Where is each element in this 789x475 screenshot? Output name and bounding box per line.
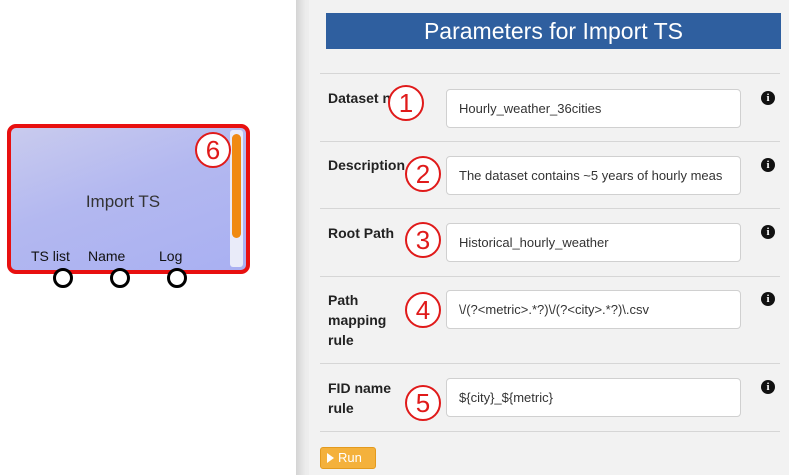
callout-badge-5: 5: [405, 385, 441, 421]
divider: [320, 208, 780, 209]
callout-badge-3: 3: [405, 222, 441, 258]
info-circle-icon[interactable]: i: [761, 91, 775, 105]
run-button-label: Run: [338, 450, 362, 465]
info-circle-icon[interactable]: i: [761, 380, 775, 394]
port-label-name: Name: [88, 248, 126, 264]
panel-title: Parameters for Import TS: [326, 13, 781, 49]
info-circle-icon[interactable]: i: [761, 225, 775, 239]
path-mapping-rule-input[interactable]: [446, 290, 741, 329]
divider: [320, 431, 780, 432]
dataset-name-input[interactable]: [446, 89, 741, 128]
field-label-description: Description: [328, 157, 406, 173]
field-label-path-mapping-rule: Path mapping rule: [328, 292, 387, 348]
parameters-panel: Parameters for Import TS Dataset name i …: [309, 0, 789, 475]
node-title: Import TS: [85, 192, 161, 211]
fid-name-rule-input[interactable]: [446, 378, 741, 417]
port-log[interactable]: [167, 268, 187, 288]
port-name[interactable]: [110, 268, 130, 288]
field-label-root-path: Root Path: [328, 225, 395, 241]
node-scrollbar[interactable]: [232, 134, 241, 238]
play-icon: [327, 453, 334, 463]
description-input[interactable]: [446, 156, 741, 195]
divider: [320, 141, 780, 142]
info-circle-icon[interactable]: i: [761, 292, 775, 306]
divider: [320, 276, 780, 277]
port-ts-list[interactable]: [53, 268, 73, 288]
workspace: Import TS TS list Name Log 6 Parameters …: [0, 0, 789, 475]
port-label-ts-list: TS list: [31, 248, 70, 264]
run-button[interactable]: Run: [320, 447, 376, 469]
divider: [320, 73, 780, 74]
divider: [320, 363, 780, 364]
callout-badge-1: 1: [388, 85, 424, 121]
info-circle-icon[interactable]: i: [761, 158, 775, 172]
callout-badge-6: 6: [195, 132, 231, 168]
field-label-fid-name-rule: FID name rule: [328, 380, 392, 416]
port-label-log: Log: [159, 248, 183, 264]
root-path-input[interactable]: [446, 223, 741, 262]
callout-badge-2: 2: [405, 156, 441, 192]
callout-badge-4: 4: [405, 292, 441, 328]
